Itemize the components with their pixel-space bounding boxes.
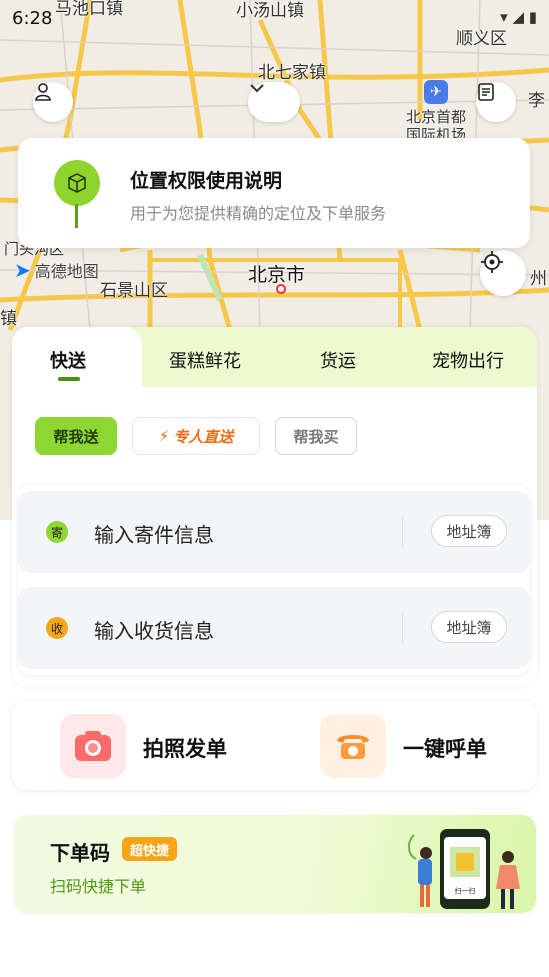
airport-icon: ✈ <box>424 80 448 104</box>
tab-express[interactable]: 快送 <box>50 347 86 373</box>
help-deliver-chip[interactable]: 帮我送 <box>35 417 117 455</box>
map-label: 李 <box>528 91 545 111</box>
location-permission-notice[interactable]: 位置权限使用说明 用于为您提供精确的定位及下单服务 <box>18 138 530 248</box>
map-label: 北七家镇 <box>258 63 326 83</box>
banner-title: 下单码 <box>50 841 110 865</box>
phone-icon <box>337 735 369 759</box>
sender-row[interactable]: 寄 输入寄件信息 地址簿 <box>18 491 530 573</box>
scan-illustration: 扫一扫 <box>408 829 520 909</box>
locate-icon <box>481 251 503 273</box>
locate-button[interactable] <box>480 250 526 296</box>
help-buy-chip[interactable]: 帮我买 <box>275 417 357 455</box>
map-label: 石景山区 <box>100 281 168 301</box>
map-label: 马池口镇 <box>55 0 123 19</box>
receiver-input[interactable]: 输入收货信息 <box>94 615 214 644</box>
divider <box>402 613 403 643</box>
orders-button[interactable] <box>476 82 516 122</box>
banner-subtitle: 扫码快捷下单 <box>50 877 147 896</box>
tab-pet-travel[interactable]: 宠物出行 <box>432 347 504 373</box>
map-label: 镇 <box>0 309 17 329</box>
dedicated-delivery-chip[interactable]: ⚡ 专人直送 <box>132 417 260 455</box>
photo-order-button[interactable]: 拍照发单 <box>143 733 227 763</box>
one-tap-call-button[interactable]: 一键呼单 <box>403 733 487 763</box>
photo-order-icon-tile[interactable] <box>60 714 126 778</box>
location-pin <box>54 160 100 206</box>
address-card: 寄 输入寄件信息 地址簿 收 输入收货信息 地址簿 <box>18 485 530 675</box>
map-provider-name: 高德地图 <box>34 262 99 281</box>
sender-input[interactable]: 输入寄件信息 <box>94 519 214 548</box>
phone-caption: 扫一扫 <box>455 886 476 895</box>
chevron-down-icon <box>250 84 264 93</box>
one-tap-call-icon-tile[interactable] <box>320 714 386 778</box>
tab-cake-flowers[interactable]: 蛋糕鲜花 <box>169 347 241 373</box>
sender-address-book-button[interactable]: 地址簿 <box>431 515 507 547</box>
divider <box>402 517 403 547</box>
map-label: 顺义区 <box>456 29 507 49</box>
receiver-address-book-button[interactable]: 地址簿 <box>431 611 507 643</box>
map-label-city: 北京市 <box>248 264 306 286</box>
receiver-badge: 收 <box>46 617 68 639</box>
document-icon <box>478 83 494 101</box>
dropdown-button[interactable] <box>248 82 300 122</box>
map-label: 州 <box>530 269 547 289</box>
package-icon <box>68 173 86 193</box>
receiver-row[interactable]: 收 输入收货信息 地址簿 <box>18 587 530 669</box>
profile-button[interactable] <box>33 82 73 122</box>
quick-actions-card: 拍照发单 一键呼单 <box>12 700 537 790</box>
dedicated-delivery-label: 专人直送 <box>173 427 234 446</box>
active-tab-indicator <box>58 377 80 381</box>
camera-icon <box>75 731 111 761</box>
city-center-marker <box>276 284 286 294</box>
map-provider-logo: ➤ 高德地图 <box>14 258 99 282</box>
banner-badge: 超快捷 <box>122 837 178 861</box>
notice-title: 位置权限使用说明 <box>130 170 283 192</box>
map-label: 小汤山镇 <box>236 1 304 21</box>
sender-badge: 寄 <box>46 521 68 543</box>
order-panel: 快送 蛋糕鲜花 货运 宠物出行 帮我送 ⚡ 专人直送 帮我买 寄 输入寄件信息 … <box>12 327 537 687</box>
amap-arrow-icon: ➤ <box>14 258 31 282</box>
person-icon <box>35 83 51 101</box>
tab-freight[interactable]: 货运 <box>320 347 356 373</box>
notice-subtitle: 用于为您提供精确的定位及下单服务 <box>130 204 387 223</box>
order-code-banner[interactable]: 下单码 超快捷 扫码快捷下单 扫一扫 <box>14 815 536 913</box>
status-time: 6:28 <box>12 8 53 29</box>
lightning-icon: ⚡ <box>158 427 170 445</box>
pin-stem <box>75 204 78 228</box>
